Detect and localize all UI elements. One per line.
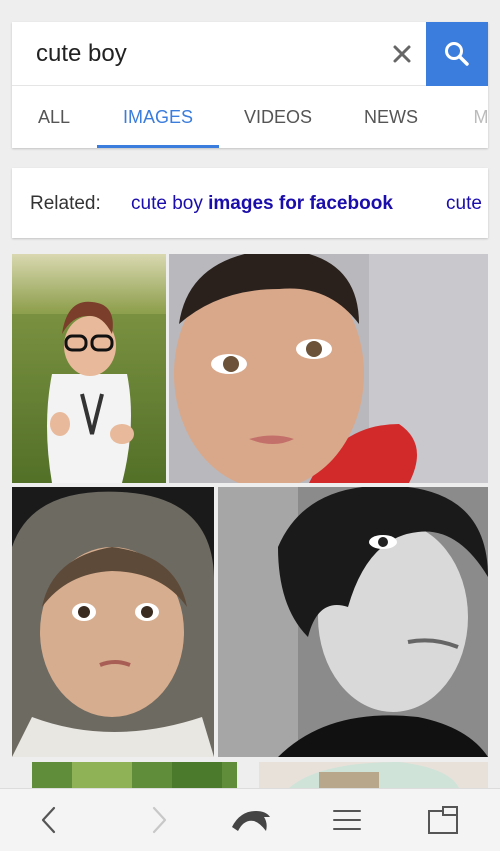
clear-search-button[interactable] [382, 34, 422, 74]
teen-black-and-white-image [218, 487, 488, 757]
image-result-5[interactable] [32, 762, 237, 788]
menu-icon [333, 810, 361, 830]
chevron-right-icon [152, 806, 167, 834]
close-icon [393, 45, 411, 63]
search-input[interactable] [12, 22, 372, 86]
search-card: ALL IMAGES VIDEOS NEWS M [12, 22, 488, 148]
search-row [12, 22, 488, 86]
related-suggestion-link[interactable]: cute boy images for facebook [131, 168, 393, 238]
forward-button[interactable] [134, 797, 184, 843]
image-result-6[interactable] [259, 762, 488, 788]
related-searches: Related: cute boy images for facebook cu… [12, 168, 488, 238]
image-result-3[interactable] [12, 487, 214, 757]
tab-images[interactable]: IMAGES [97, 86, 219, 148]
tab-more[interactable]: M [466, 86, 489, 148]
home-button[interactable] [226, 797, 276, 843]
image-result-1[interactable] [12, 254, 166, 483]
tab-news[interactable]: NEWS [356, 86, 426, 148]
partial-image-6 [259, 762, 488, 788]
tab-videos[interactable]: VIDEOS [237, 86, 319, 148]
search-button[interactable] [426, 22, 488, 86]
chevron-left-icon [41, 806, 56, 834]
baby-in-hood-image [12, 487, 214, 757]
related-next-suggestion[interactable]: cute [446, 168, 482, 238]
tabs-icon [428, 806, 458, 834]
related-suggestion-plain: cute boy [131, 193, 209, 214]
dolphin-icon [232, 811, 270, 831]
related-suggestion-bold: images for facebook [208, 193, 393, 214]
back-button[interactable] [24, 797, 74, 843]
bottom-toolbar [0, 788, 500, 851]
tabs-button[interactable] [418, 797, 468, 843]
related-label: Related: [30, 193, 101, 214]
toddler-with-glasses-image [12, 254, 166, 483]
search-tabs: ALL IMAGES VIDEOS NEWS M [12, 86, 488, 148]
image-result-2[interactable] [169, 254, 488, 483]
search-icon [445, 42, 469, 66]
menu-button[interactable] [322, 797, 372, 843]
tab-all[interactable]: ALL [26, 86, 82, 148]
partial-image-5 [32, 762, 237, 788]
child-closeup-image [169, 254, 488, 483]
image-result-4[interactable] [218, 487, 488, 757]
